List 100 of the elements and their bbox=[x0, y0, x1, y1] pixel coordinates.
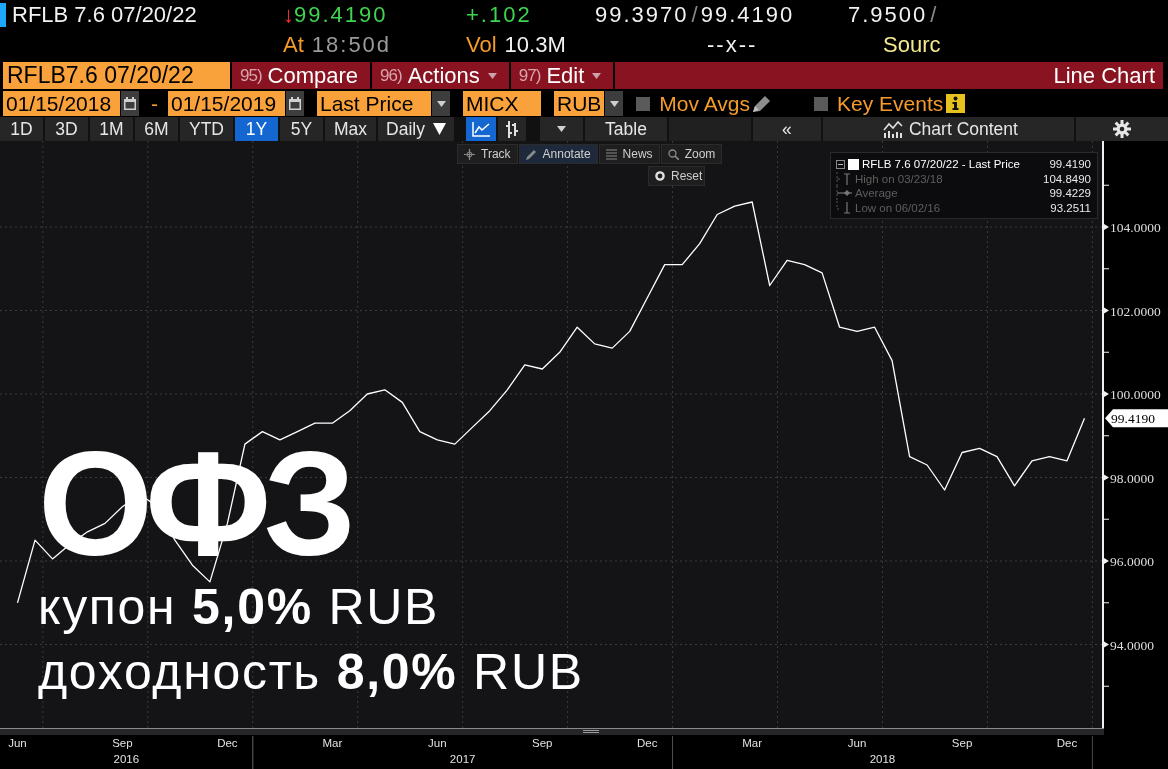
period-tab[interactable]: 1M bbox=[90, 117, 133, 141]
axis-year-label: 2016 bbox=[113, 753, 140, 765]
date-separator: - bbox=[151, 91, 158, 116]
table-button[interactable]: Table bbox=[584, 117, 667, 141]
range-scroller[interactable] bbox=[0, 728, 1104, 735]
collapse-icon bbox=[836, 159, 845, 169]
axis-tick-label: Mar bbox=[742, 737, 763, 749]
axis-tick-label: 104.0000 bbox=[1110, 220, 1161, 235]
chart-content-icon bbox=[883, 120, 903, 138]
separator: / bbox=[691, 2, 698, 28]
option-label[interactable]: Key Events bbox=[837, 91, 944, 116]
bar-chart-icon bbox=[504, 120, 519, 138]
axis-tick-label: Mar bbox=[322, 737, 343, 749]
ring-icon bbox=[655, 171, 665, 181]
period-tab[interactable]: 6M bbox=[135, 117, 178, 141]
chart-tool-button[interactable]: Annotate bbox=[518, 144, 598, 164]
arrow-icon: ↓ bbox=[283, 2, 294, 28]
caret-icon bbox=[432, 123, 446, 135]
field-dropdown[interactable]: Last Price bbox=[317, 91, 431, 116]
legend-value: 93.2511 bbox=[1050, 200, 1091, 215]
frequency-dropdown[interactable]: Daily bbox=[378, 117, 454, 141]
function-button[interactable]: 95) Compare bbox=[232, 62, 371, 89]
period-tab[interactable]: 3D bbox=[45, 117, 88, 141]
period-tab[interactable]: 5Y bbox=[280, 117, 323, 141]
low-marker-icon bbox=[836, 200, 852, 215]
pencil-icon bbox=[753, 95, 771, 112]
calendar-button[interactable] bbox=[121, 91, 139, 116]
calendar-button[interactable] bbox=[286, 91, 304, 116]
axis-tick-label: Sep bbox=[532, 737, 553, 749]
yield-value: 7.9500 bbox=[848, 2, 928, 28]
calendar-icon bbox=[289, 97, 301, 110]
caret-icon bbox=[609, 100, 619, 107]
info-icon bbox=[946, 94, 966, 113]
period-tab[interactable]: YTD bbox=[180, 117, 233, 141]
chart-tool-button[interactable]: News bbox=[598, 144, 660, 164]
collapse-button[interactable]: « bbox=[752, 117, 821, 141]
axis-tick-label: Dec bbox=[1056, 737, 1078, 749]
currency-dropdown[interactable]: RUB bbox=[554, 91, 605, 116]
period-tab[interactable]: Max bbox=[325, 117, 377, 141]
reset-button[interactable]: Reset bbox=[648, 166, 705, 186]
high-marker-icon bbox=[836, 171, 852, 186]
settings-button[interactable] bbox=[1076, 117, 1168, 141]
function-button[interactable]: 96) Actions bbox=[372, 62, 509, 89]
chart-type-button[interactable] bbox=[465, 117, 496, 141]
axis-tick-label: Jun bbox=[847, 737, 867, 749]
security-ticker: RFLB 7.6 07/20/22 bbox=[12, 2, 197, 28]
volume-value: 10.3M bbox=[504, 32, 566, 58]
axis-tick-label: 102.0000 bbox=[1110, 303, 1161, 319]
dropdown-button[interactable] bbox=[432, 91, 450, 116]
axis-tick-label: 96.0000 bbox=[1110, 554, 1154, 569]
security-field[interactable]: RFLB7.6 07/20/22 bbox=[3, 62, 230, 89]
legend-stat-label: High on 03/23/18 bbox=[855, 171, 944, 186]
pencil-icon bbox=[525, 148, 537, 160]
legend-stat-label: Average bbox=[855, 186, 899, 201]
date-field[interactable]: 01/15/2019 bbox=[168, 91, 285, 116]
period-tab[interactable]: 1D bbox=[0, 117, 43, 141]
chart-type-button[interactable] bbox=[497, 117, 526, 141]
list-icon bbox=[605, 148, 617, 160]
axis-tick-label: Jun bbox=[428, 737, 447, 749]
trade-time: 18:50d bbox=[311, 32, 392, 58]
chart-tool-button[interactable]: Track bbox=[457, 144, 518, 164]
crosshair-icon bbox=[464, 148, 475, 160]
settings-icon bbox=[1113, 120, 1131, 138]
function-button[interactable]: 97) Edit bbox=[510, 62, 614, 89]
axis-tick-label: 100.0000 bbox=[1110, 387, 1161, 402]
overlay-text: купон 5,0% RUB bbox=[38, 578, 440, 637]
legend-series-label: RFLB 7.6 07/20/22 - Last Price bbox=[862, 157, 1021, 172]
ask-price: 99.4190 bbox=[700, 2, 795, 28]
caret-icon bbox=[556, 126, 566, 132]
chart-tool-button[interactable]: Zoom bbox=[660, 144, 723, 164]
period-tab[interactable]: 1Y bbox=[235, 117, 278, 141]
grip-icon[interactable] bbox=[583, 730, 599, 733]
price-change: +.102 bbox=[466, 2, 532, 28]
axis-tick-label: Sep bbox=[112, 737, 133, 749]
dropdown-button[interactable] bbox=[605, 91, 624, 116]
bid-price: 99.3970 bbox=[595, 2, 689, 28]
date-field[interactable]: 01/15/2018 bbox=[3, 91, 120, 116]
axis-tick-label: Dec bbox=[217, 737, 238, 749]
overlay-text: доходность 8,0% RUB bbox=[38, 643, 584, 702]
menu-dropdown-button[interactable] bbox=[539, 117, 583, 141]
chart-content-button[interactable]: Chart Content bbox=[823, 117, 1074, 141]
axis-tick-label: 94.0000 bbox=[1110, 637, 1154, 653]
volume-label: Vol bbox=[466, 32, 497, 58]
legend-value: 99.4190 bbox=[1049, 157, 1091, 172]
line-chart-icon bbox=[471, 121, 490, 137]
size-value: --x-- bbox=[707, 32, 758, 58]
checkbox[interactable] bbox=[636, 96, 651, 111]
axis-year-label: 2017 bbox=[449, 753, 476, 765]
axis-tick-label: Sep bbox=[951, 737, 973, 749]
calendar-icon bbox=[124, 97, 136, 110]
axis-year-label: 2018 bbox=[869, 753, 896, 765]
exchange-field[interactable]: MICX bbox=[463, 91, 541, 116]
checkbox[interactable] bbox=[814, 96, 828, 111]
legend-value: 99.4229 bbox=[1049, 186, 1091, 201]
legend-value: 104.8490 bbox=[1043, 171, 1091, 186]
average-marker-icon bbox=[836, 186, 852, 201]
legend-stat-label: Low on 06/02/16 bbox=[855, 200, 942, 215]
option-label[interactable]: Mov Avgs bbox=[659, 91, 750, 116]
axis-tick-label: Jun bbox=[8, 737, 27, 749]
last-price-tag: 99.4190 bbox=[1105, 409, 1168, 428]
